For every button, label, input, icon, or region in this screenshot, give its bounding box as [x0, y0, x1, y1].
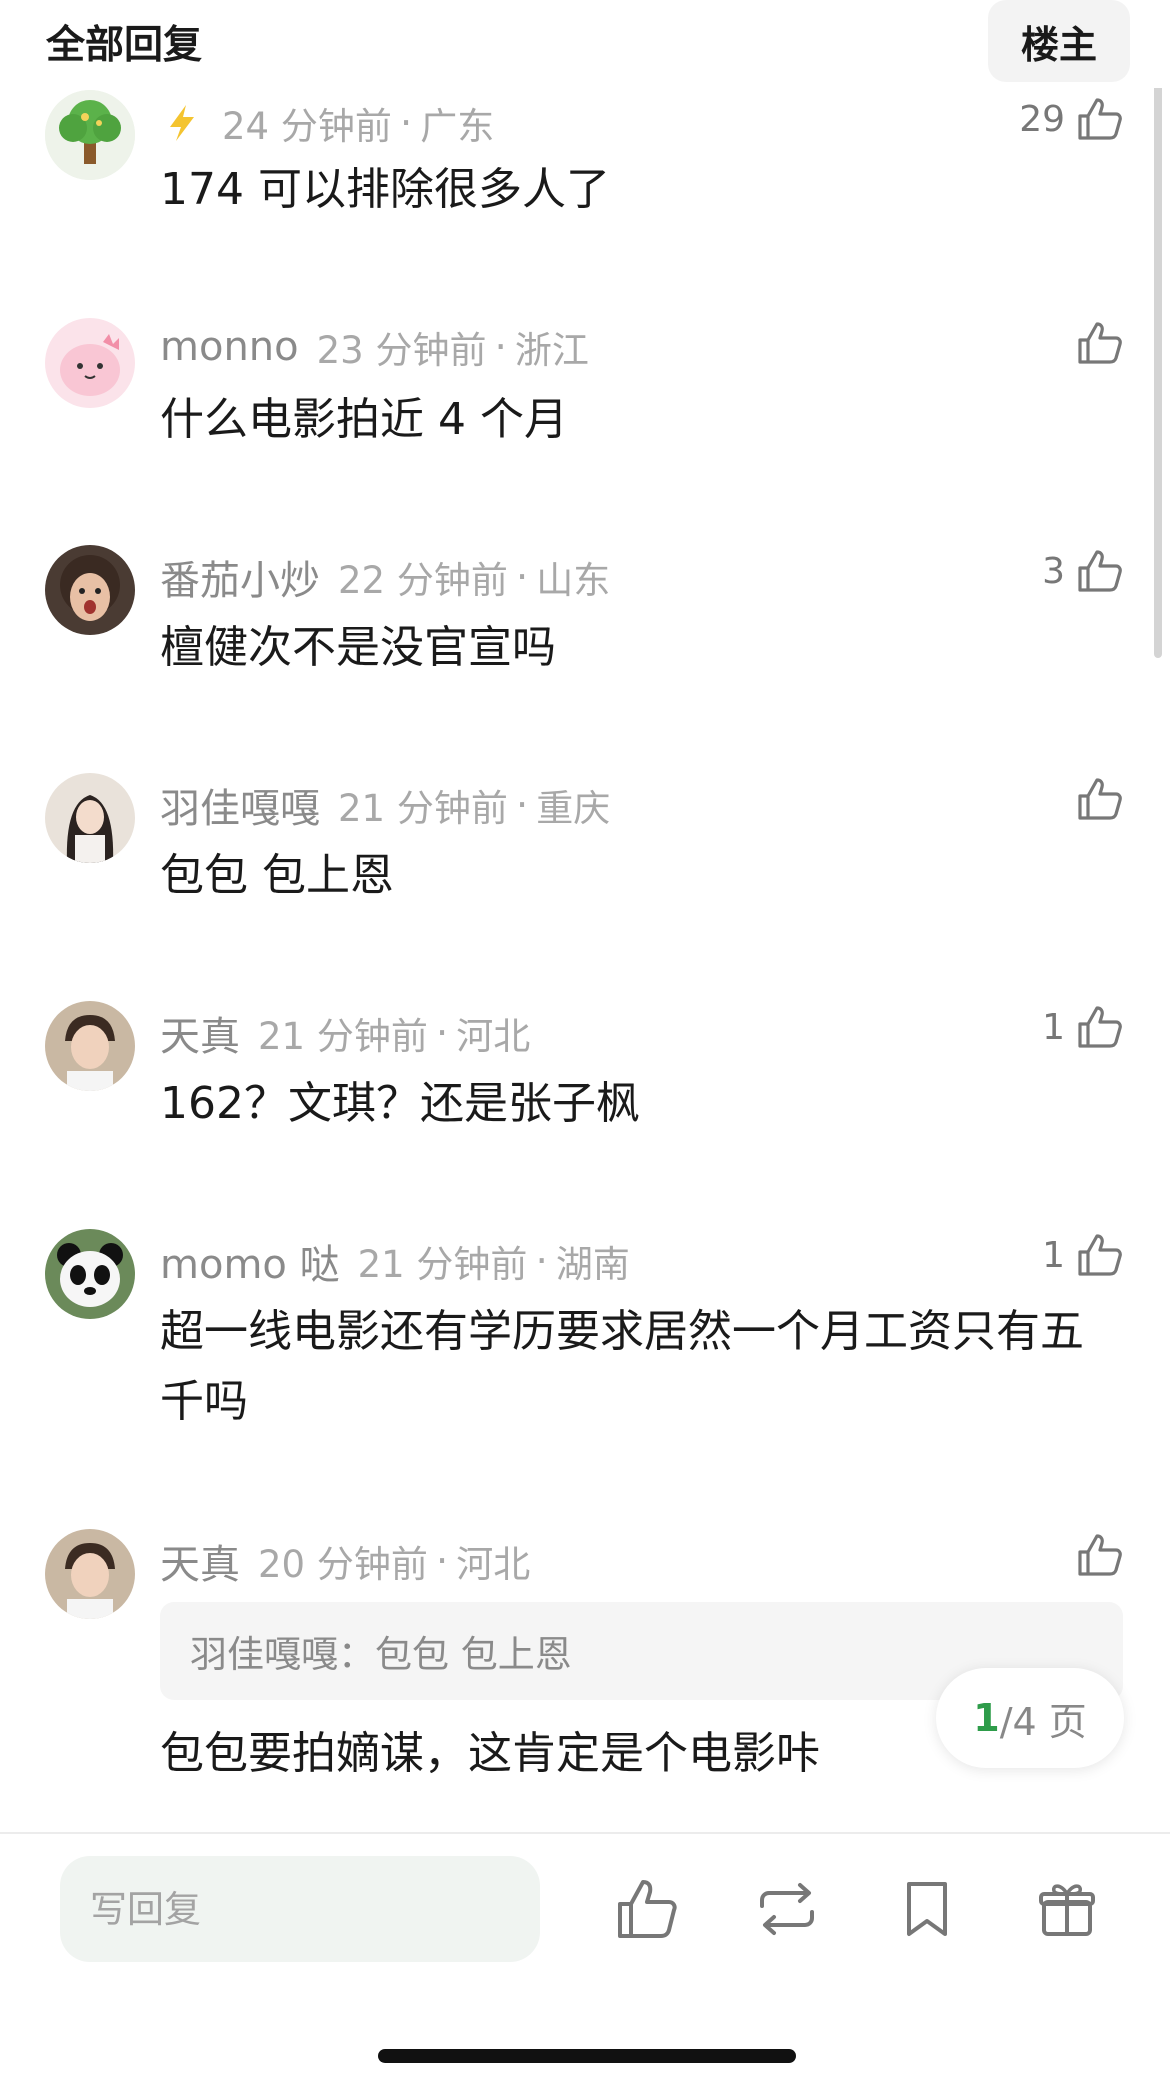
- comment-meta: monno 23 分钟前 · 浙江: [160, 320, 589, 374]
- comment-text: 162？文琪？还是张子枫: [160, 1078, 640, 1129]
- meta-separator: ·: [494, 324, 507, 370]
- comment-time: 21 分钟前: [357, 1243, 528, 1286]
- bottom-bar: [0, 1832, 1170, 2081]
- comment-time: 23 分钟前: [316, 329, 487, 372]
- comment-username[interactable]: 羽佳嘎嘎: [160, 776, 320, 834]
- comment-location: 山东: [536, 559, 611, 602]
- tree-avatar-icon: [45, 90, 135, 180]
- meta-separator: ·: [435, 1538, 449, 1584]
- comment-time: 20 分钟前: [258, 1543, 428, 1586]
- page-indicator[interactable]: 1 /4 页: [936, 1668, 1124, 1768]
- meta-separator: ·: [435, 1010, 449, 1056]
- like-button[interactable]: 3: [1042, 546, 1125, 596]
- thumbs-up-icon: [1078, 778, 1122, 820]
- comment-username[interactable]: 天真: [160, 1004, 240, 1062]
- comment-username[interactable]: 天真: [160, 1532, 240, 1590]
- young-man-avatar: [45, 1529, 135, 1619]
- comment-location: 广东: [420, 105, 495, 148]
- comment-time: 24 分钟前: [222, 105, 392, 148]
- like-count: 3: [1042, 550, 1065, 592]
- like-button[interactable]: 1: [1042, 1002, 1125, 1052]
- meta-separator: ·: [515, 782, 529, 828]
- comment-username[interactable]: momo 哒: [160, 1232, 340, 1290]
- avatar[interactable]: [45, 90, 135, 180]
- op-only-button[interactable]: 楼主: [988, 0, 1130, 82]
- bookmark-icon: [907, 1882, 947, 1936]
- thumbs-up-icon: [1078, 1234, 1122, 1276]
- avatar[interactable]: [45, 1001, 135, 1091]
- thumbs-up-icon: [618, 1880, 677, 1938]
- comment-text: 包包 包上恩: [160, 850, 394, 901]
- avatar[interactable]: [45, 318, 135, 408]
- girl-portrait-avatar: [45, 773, 135, 863]
- repost-button[interactable]: [752, 1874, 822, 1944]
- comment-time: 21 分钟前: [338, 787, 508, 830]
- like-count: 1: [1042, 1006, 1065, 1048]
- young-man-avatar: [45, 1001, 135, 1091]
- like-count: 1: [1042, 1234, 1065, 1276]
- thumbs-up-icon: [1078, 1006, 1122, 1048]
- avatar[interactable]: [45, 773, 135, 863]
- meta-separator: ·: [515, 554, 529, 600]
- comment-meta: 天真 21 分钟前 · 河北: [160, 1004, 530, 1062]
- meta-separator: ·: [535, 1238, 548, 1284]
- comment-username[interactable]: monno: [160, 324, 299, 370]
- current-page: 1: [973, 1696, 1000, 1740]
- avatar[interactable]: [45, 1229, 135, 1319]
- like-count: 29: [1019, 98, 1065, 140]
- comment-meta: 番茄小炒 22 分钟前 · 山东: [160, 548, 610, 606]
- home-indicator[interactable]: [378, 2049, 796, 2063]
- comment-location: 湖南: [555, 1243, 630, 1286]
- meta-separator: ·: [399, 100, 413, 146]
- page-title: 全部回复: [46, 23, 203, 68]
- child-face-avatar: [45, 545, 135, 635]
- scrollbar[interactable]: [1154, 78, 1162, 658]
- comment-text: 174 可以排除很多人了: [160, 164, 610, 215]
- like-button[interactable]: [1065, 1530, 1125, 1580]
- header: 全部回复 楼主: [0, 0, 1170, 88]
- comment-username[interactable]: 番茄小炒: [160, 548, 320, 606]
- like-button[interactable]: [1065, 774, 1125, 824]
- panda-avatar: [45, 1229, 135, 1319]
- comment-meta: 天真 20 分钟前 · 河北: [160, 1532, 530, 1590]
- comment-meta: 24 分钟前 · 广东: [160, 96, 494, 150]
- thumbs-up-icon: [1078, 322, 1122, 364]
- total-pages: /4 页: [999, 1699, 1087, 1744]
- comment-text: 檀健次不是没官宣吗: [160, 622, 556, 673]
- comment-time: 21 分钟前: [258, 1015, 428, 1058]
- comment-location: 浙江: [514, 329, 589, 372]
- thumbs-up-icon: [1078, 1534, 1122, 1576]
- gift-icon: [1039, 1884, 1095, 1936]
- comment-location: 河北: [456, 1543, 531, 1586]
- reply-input[interactable]: [60, 1856, 540, 1962]
- thumbs-up-icon: [1078, 98, 1122, 140]
- comment-time: 22 分钟前: [338, 559, 508, 602]
- thumbs-up-icon: [1078, 550, 1122, 592]
- bookmark-button[interactable]: [892, 1874, 962, 1944]
- repost-icon: [760, 1883, 814, 1935]
- like-button[interactable]: [1065, 318, 1125, 368]
- comment-meta: momo 哒 21 分钟前 · 湖南: [160, 1232, 630, 1290]
- like-post-button[interactable]: [612, 1874, 682, 1944]
- comment-location: 重庆: [536, 787, 611, 830]
- comment-location: 河北: [456, 1015, 531, 1058]
- lightning-badge-icon: [160, 101, 204, 145]
- pink-dino-avatar: [45, 318, 135, 408]
- like-button[interactable]: 1: [1042, 1230, 1125, 1280]
- comment-text: 什么电影拍近 4 个月: [160, 394, 568, 445]
- comment-text: 超一线电影还有学历要求居然一个月工资只有五千吗: [160, 1306, 1084, 1427]
- avatar[interactable]: [45, 545, 135, 635]
- comment-meta: 羽佳嘎嘎 21 分钟前 · 重庆: [160, 776, 610, 834]
- like-button[interactable]: 29: [1019, 94, 1125, 144]
- gift-button[interactable]: [1032, 1874, 1102, 1944]
- avatar[interactable]: [45, 1529, 135, 1619]
